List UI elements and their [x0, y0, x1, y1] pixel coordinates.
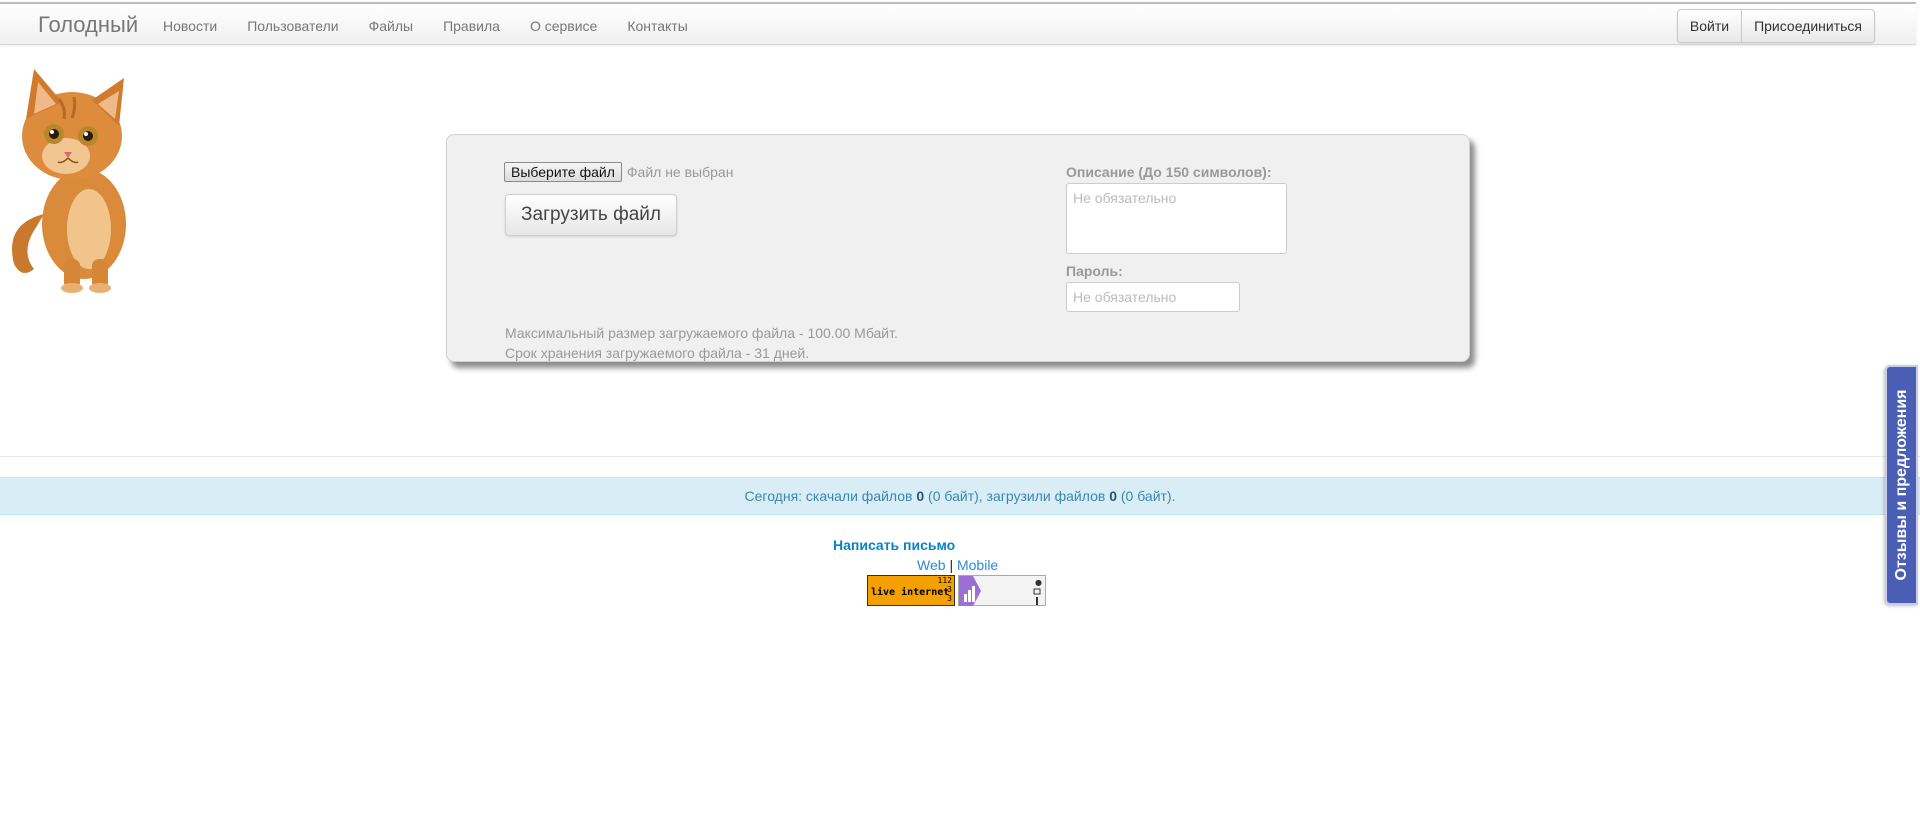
choose-file-button[interactable]: Выберите файл: [504, 162, 622, 182]
login-button[interactable]: Войти: [1677, 10, 1742, 42]
auth-buttons: Войти Присоединиться: [1676, 9, 1875, 43]
max-size-note: Максимальный размер загружаемого файла -…: [505, 325, 898, 341]
description-field[interactable]: Не обязательно: [1066, 183, 1287, 254]
mobile-link[interactable]: Mobile: [957, 557, 998, 573]
brand-logo[interactable]: Голодный: [38, 12, 138, 38]
nav-link-files[interactable]: Файлы: [369, 18, 413, 34]
downloaded-size: (0 байт), загрузили файлов: [924, 488, 1110, 504]
nav-link-news[interactable]: Новости: [163, 18, 217, 34]
uploaded-size: (0 байт).: [1116, 488, 1176, 504]
description-label: Описание (До 150 символов):: [1066, 164, 1272, 180]
feedback-tab-label: Отзывы и предложения: [1892, 389, 1910, 581]
nav-link-users[interactable]: Пользователи: [247, 18, 338, 34]
svg-text:●: ●: [1035, 578, 1042, 587]
upload-button[interactable]: Загрузить файл: [505, 194, 677, 236]
web-link[interactable]: Web: [917, 557, 946, 573]
join-button[interactable]: Присоединиться: [1741, 10, 1874, 42]
liveinternet-label: live internet: [871, 587, 950, 598]
nav-link-rules[interactable]: Правила: [443, 18, 500, 34]
platform-switch: Web | Mobile: [917, 557, 998, 573]
nav-link-about[interactable]: О сервисе: [530, 18, 597, 34]
upload-panel: Выберите файл Файл не выбран Загрузить ф…: [446, 134, 1470, 362]
stats-prefix: Сегодня: скачали файлов: [744, 488, 917, 504]
section-divider: [0, 456, 1920, 457]
metrika-counter[interactable]: ●: [958, 575, 1046, 606]
top-navbar: Голодный Новости Пользователи Файлы Прав…: [0, 2, 1916, 45]
file-input-row: Выберите файл Файл не выбран: [504, 162, 733, 182]
metrika-icon: ●: [959, 576, 1042, 606]
platform-separator: |: [949, 557, 954, 573]
retention-note: Срок хранения загружаемого файла - 31 дн…: [505, 345, 810, 361]
nav-links: Новости Пользователи Файлы Правила О сер…: [148, 18, 703, 34]
feedback-tab[interactable]: Отзывы и предложения: [1885, 365, 1918, 605]
nav-link-contacts[interactable]: Контакты: [627, 18, 687, 34]
liveinternet-counter[interactable]: 112 3 3 live internet: [867, 575, 955, 606]
kitten-image: [12, 69, 126, 293]
write-letter-link[interactable]: Написать письмо: [833, 537, 955, 553]
file-status: Файл не выбран: [626, 164, 734, 180]
downloaded-count: 0: [916, 488, 925, 504]
password-field[interactable]: Не обязательно: [1066, 282, 1240, 312]
upload-limits: Максимальный размер загружаемого файла -…: [505, 323, 898, 363]
password-label: Пароль:: [1066, 263, 1123, 279]
uploaded-count: 0: [1109, 488, 1117, 504]
daily-stats-bar: Сегодня: скачали файлов 0 (0 байт), загр…: [0, 477, 1920, 515]
